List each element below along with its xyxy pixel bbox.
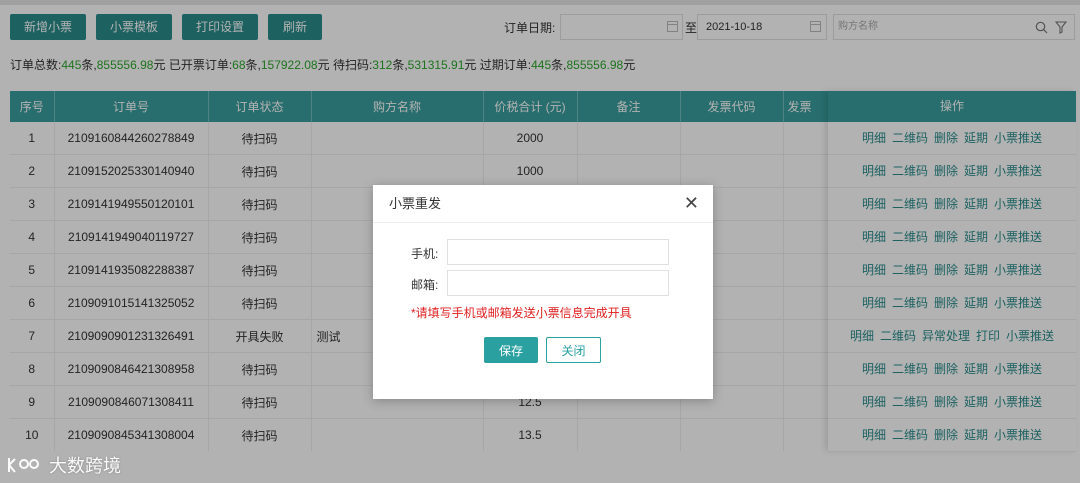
email-input[interactable]: [447, 270, 669, 296]
phone-input[interactable]: [447, 239, 669, 265]
email-label: 邮箱:: [411, 278, 439, 292]
dialog-warning: *请填写手机或邮箱发送小票信息完成开具: [411, 306, 632, 320]
dialog-header: 小票重发 ✕: [373, 185, 713, 223]
save-button[interactable]: 保存: [484, 337, 538, 363]
dialog-title: 小票重发: [389, 196, 442, 211]
watermark: 大数跨境: [6, 452, 121, 478]
watermark-logo-icon: [8, 458, 39, 473]
close-icon[interactable]: ✕: [684, 185, 699, 222]
phone-label: 手机:: [411, 247, 439, 261]
close-button[interactable]: 关闭: [546, 337, 601, 363]
watermark-text: 大数跨境: [49, 456, 122, 476]
resend-receipt-dialog: 小票重发 ✕ 手机: 邮箱: *请填写手机或邮箱发送小票信息完成开具 保存 关闭: [373, 185, 713, 399]
